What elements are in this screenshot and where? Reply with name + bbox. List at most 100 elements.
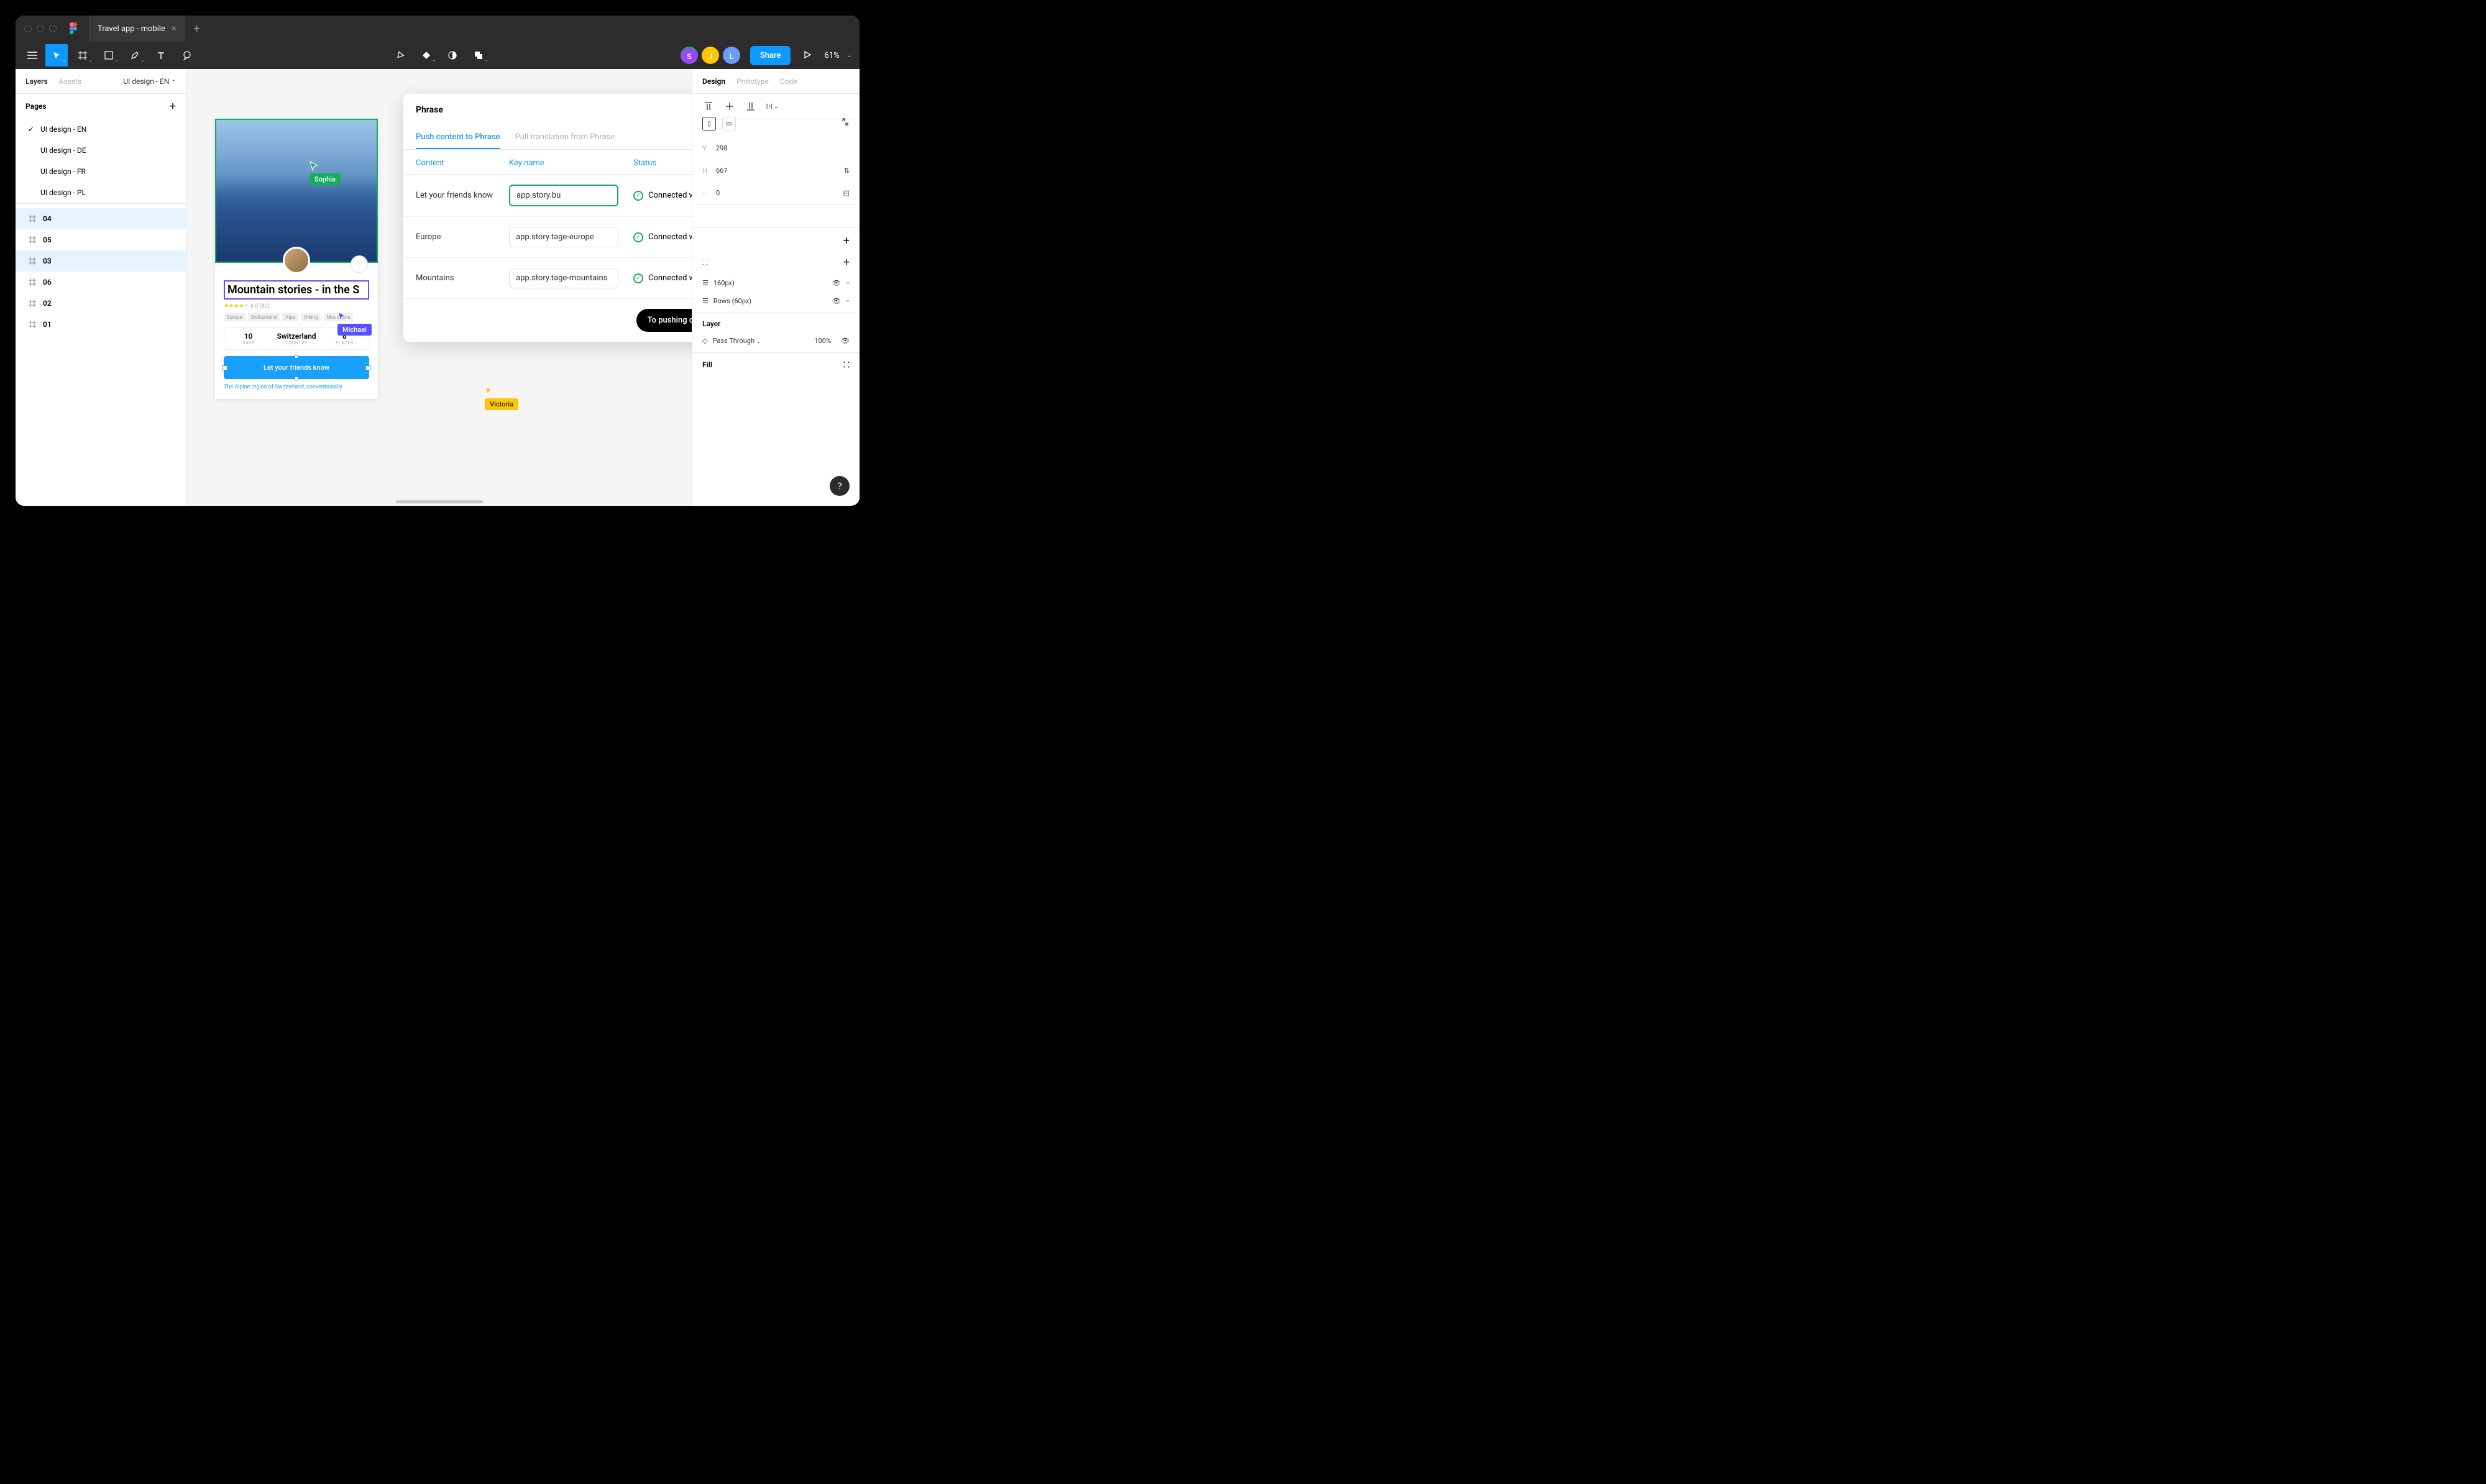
layer-section: Layer [702, 319, 721, 328]
constrain-icon[interactable]: ⇅ [844, 167, 850, 175]
corner-icon[interactable]: ◰ [843, 189, 850, 197]
frame-item[interactable]: 03 [16, 250, 186, 272]
tag: Hiking [301, 313, 321, 321]
frame-item[interactable]: 05 [16, 229, 186, 250]
check-icon: ✓ [633, 273, 643, 283]
page-item[interactable]: UI design - PL [16, 182, 186, 203]
eye-icon[interactable]: 👁 [832, 297, 841, 305]
landscape-icon[interactable]: ▭ [722, 117, 736, 131]
check-icon: ✓ [633, 191, 643, 201]
add-icon[interactable]: + [843, 256, 850, 269]
portrait-icon[interactable]: ▯ [702, 117, 716, 131]
shape-tool[interactable]: ⌄ [98, 44, 120, 66]
collaborator-cursor: Victoria [485, 386, 518, 410]
content-cell: Mountains [416, 273, 509, 283]
frame-item[interactable]: 02 [16, 293, 186, 314]
heart-icon[interactable]: ♡ [351, 255, 368, 273]
push-tab[interactable]: Push content to Phrase [416, 126, 500, 149]
layers-tab[interactable]: Layers [25, 77, 48, 86]
status-text: Connected with Phrase [648, 232, 692, 242]
add-icon[interactable]: + [843, 234, 850, 247]
scrollbar[interactable] [396, 500, 483, 503]
file-tab[interactable]: Travel app - mobile × [89, 16, 185, 42]
frame-item[interactable]: 04 [16, 208, 186, 229]
key-input[interactable] [509, 268, 618, 288]
tag: Europe [224, 313, 245, 321]
artboard-title[interactable]: Mountain stories - in the S [224, 280, 369, 300]
avatar[interactable]: L [723, 47, 740, 64]
stat: SwitzerlandCOUNTRY [272, 328, 320, 349]
resize-icon[interactable] [841, 117, 850, 131]
confirm-button[interactable]: To pushing confirmation [636, 309, 692, 332]
h-value[interactable]: 667 [716, 167, 741, 175]
collaborator-cursor: Sophia [310, 161, 341, 185]
menu-button[interactable] [23, 44, 42, 66]
opacity-value[interactable]: 100% [814, 337, 831, 345]
component-tool[interactable]: ⌄ [415, 44, 438, 66]
align-middle-icon[interactable] [723, 100, 736, 112]
eye-icon[interactable]: 👁 [832, 279, 841, 287]
description: The Alpine region of Switzerland, conven… [224, 384, 369, 390]
blend-icon: ◇ [702, 337, 707, 345]
cta-button[interactable]: Let your friends know [224, 356, 369, 379]
page-item[interactable]: UI design - DE [16, 140, 186, 161]
left-panel: Layers Assets UI design - EN ⌃ Pages + U… [16, 69, 186, 506]
boolean-tool[interactable]: ⌄ [467, 44, 490, 66]
distribute-icon[interactable]: ⌄ [766, 100, 778, 112]
mask-tool[interactable] [441, 44, 464, 66]
collaborator-avatars[interactable]: S J L [681, 47, 740, 64]
present-button[interactable] [803, 50, 812, 62]
prototype-tab[interactable]: Prototype [736, 77, 769, 86]
key-input[interactable] [509, 227, 618, 247]
remove-icon[interactable]: − [846, 297, 850, 305]
traffic-lights[interactable] [24, 25, 57, 32]
key-input[interactable] [509, 185, 618, 206]
col-status: Status [633, 158, 692, 168]
remove-icon[interactable]: − [846, 279, 850, 287]
align-top-icon[interactable] [702, 100, 715, 112]
zoom-level[interactable]: 61% [824, 51, 839, 60]
grid-dots-icon[interactable]: ⸬ [702, 258, 708, 267]
page-selector[interactable]: UI design - EN ⌃ [123, 77, 176, 86]
add-page-icon[interactable]: + [170, 100, 176, 113]
rating: ★★★★★ 4.0 (82) [224, 303, 369, 309]
pen-tool[interactable]: ⌄ [124, 44, 146, 66]
y-value[interactable]: 298 [716, 144, 741, 152]
pull-tab[interactable]: Pull translation from Phrase [515, 126, 615, 149]
avatar[interactable]: J [702, 47, 719, 64]
share-button[interactable]: Share [750, 46, 791, 65]
orientation-controls[interactable]: ▯ ▭ [692, 117, 860, 137]
frame-item[interactable]: 01 [16, 314, 186, 335]
cols-icon: ☰ [702, 279, 709, 287]
align-bottom-icon[interactable] [745, 100, 757, 112]
help-button[interactable]: ? [830, 476, 850, 496]
status-text: Connected with Phrase [648, 273, 692, 283]
phrase-plugin-panel: Phrase Push content to Phrase Pull trans… [403, 94, 692, 342]
add-tab-icon[interactable]: + [193, 22, 200, 35]
eye-icon[interactable]: 👁 [841, 337, 850, 345]
stat: 10DAYS [224, 328, 272, 349]
check-icon: ✓ [633, 232, 643, 242]
styles-icon[interactable]: ⸬ [843, 360, 850, 369]
frame-item[interactable]: 06 [16, 272, 186, 293]
col-content: Content [416, 158, 509, 168]
canvas[interactable]: ♡ Mountain stories - in the S ★★★★★ 4.0 … [186, 69, 692, 506]
move-tool[interactable]: ⌄ [45, 44, 68, 66]
close-tab-icon[interactable]: × [172, 24, 176, 34]
collaborator-cursor: Michael [337, 311, 372, 336]
design-tab[interactable]: Design [702, 77, 725, 86]
avatar[interactable]: S [681, 47, 698, 64]
page-item[interactable]: UI design - FR [16, 161, 186, 182]
blend-mode[interactable]: Pass Through ⌄ [712, 337, 809, 345]
figma-logo-icon [69, 22, 78, 35]
assets-tab[interactable]: Assets [59, 77, 82, 86]
text-tool[interactable] [150, 44, 172, 66]
rotation-value[interactable]: 0 [716, 189, 741, 197]
frame-tool[interactable]: ⌄ [71, 44, 94, 66]
comment-tool[interactable] [176, 44, 198, 66]
align-controls[interactable]: ⌄ [692, 94, 860, 119]
page-item[interactable]: UI design - EN [16, 119, 186, 140]
code-tab[interactable]: Code [780, 77, 797, 86]
artboard[interactable]: ♡ Mountain stories - in the S ★★★★★ 4.0 … [215, 119, 378, 399]
reset-tool[interactable] [389, 44, 411, 66]
